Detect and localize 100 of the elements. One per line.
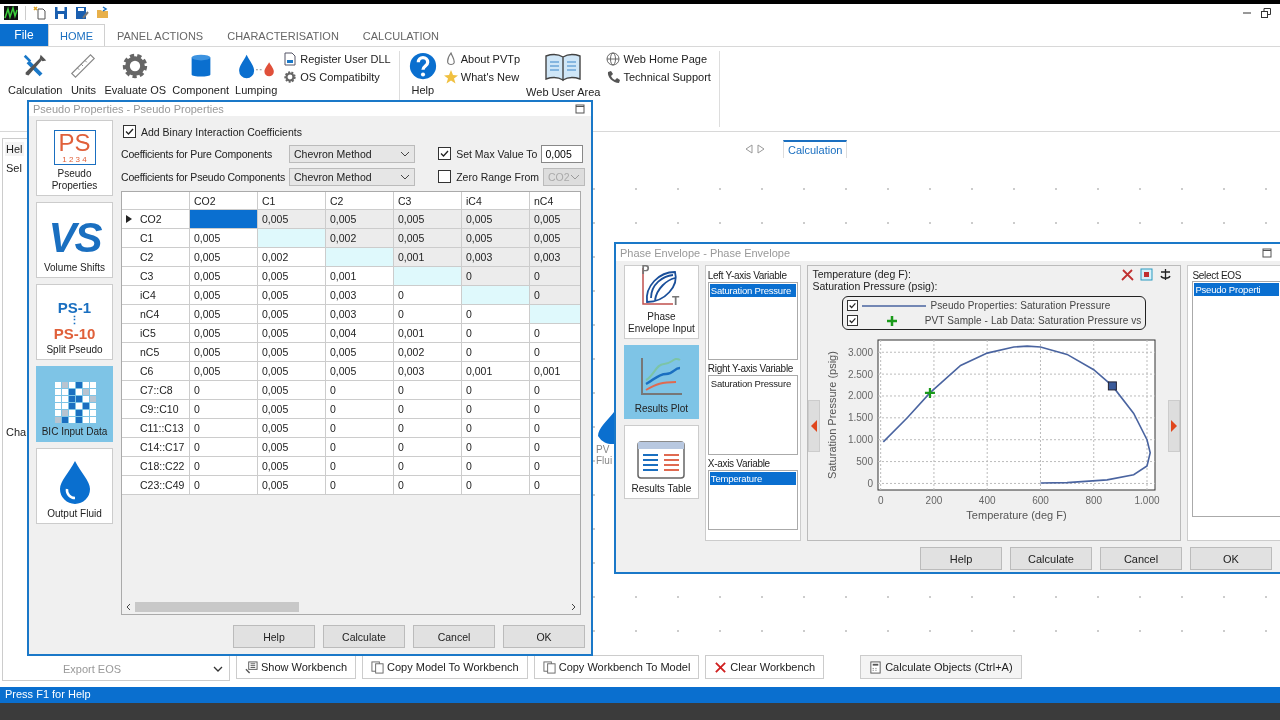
table-cell[interactable]: 0 [462, 400, 530, 419]
checkbox[interactable] [847, 300, 859, 311]
toolbar-button[interactable]: Copy Workbench To Model [533, 655, 700, 679]
ribbon-button[interactable]: Component [170, 51, 232, 96]
nav-tile[interactable]: Output Fluid [36, 448, 113, 524]
table-cell[interactable]: 0 [530, 400, 580, 419]
row-header[interactable]: C14::C17 [122, 438, 190, 457]
table-cell[interactable]: 0,002 [326, 229, 394, 248]
row-header[interactable]: iC5 [122, 324, 190, 343]
dialog-button[interactable]: Calculate [323, 625, 405, 648]
table-cell[interactable]: 0,005 [394, 229, 462, 248]
table-cell[interactable]: 0 [394, 457, 462, 476]
table-cell[interactable]: 0,003 [394, 362, 462, 381]
dialog-button[interactable]: OK [1190, 547, 1272, 570]
table-cell[interactable]: 0 [394, 438, 462, 457]
nav-tile[interactable]: VS Volume Shifts [36, 202, 113, 278]
fit-icon[interactable] [1140, 268, 1154, 281]
nav-tile[interactable]: Results Table [624, 425, 699, 499]
table-cell[interactable]: 0,005 [258, 381, 326, 400]
dialog-button[interactable]: OK [503, 625, 585, 648]
table-cell[interactable]: 0,005 [190, 229, 258, 248]
table-cell[interactable]: 0 [530, 267, 580, 286]
table-cell[interactable]: 0,005 [326, 343, 394, 362]
panel-tab[interactable]: Hel [5, 142, 24, 156]
ribbon-button[interactable]: Lumping [233, 51, 280, 96]
table-cell[interactable]: 0,005 [190, 305, 258, 324]
table-cell[interactable]: 0,005 [258, 457, 326, 476]
ribbon-button[interactable]: What's New [441, 70, 523, 84]
table-cell[interactable]: 0 [530, 476, 580, 495]
ribbon-button[interactable]: Register User DLL [281, 52, 393, 66]
cursor-marker[interactable] [1108, 381, 1118, 391]
list-item[interactable]: Temperature [709, 472, 797, 485]
restore-icon[interactable] [1260, 7, 1272, 19]
row-header[interactable]: iC4 [122, 286, 190, 305]
table-cell[interactable]: 0,005 [258, 210, 326, 229]
ribbon-button[interactable]: Technical Support [604, 70, 713, 84]
table-cell[interactable]: 0,005 [394, 210, 462, 229]
table-cell[interactable]: 0,005 [326, 362, 394, 381]
table-cell[interactable]: 0 [530, 381, 580, 400]
table-cell[interactable]: 0,003 [326, 286, 394, 305]
list-box[interactable]: Saturation Pressure [707, 282, 799, 360]
row-header[interactable]: C7::C8 [122, 381, 190, 400]
table-cell[interactable]: 0,002 [394, 343, 462, 362]
table-cell[interactable]: 0,005 [462, 210, 530, 229]
open-folder-icon[interactable] [96, 6, 110, 20]
table-cell[interactable]: 0,005 [190, 324, 258, 343]
table-cell[interactable]: 0 [394, 476, 462, 495]
table-cell[interactable]: 0,001 [394, 248, 462, 267]
table-cell[interactable]: 0 [394, 419, 462, 438]
file-tab[interactable]: File [0, 24, 48, 46]
list-item[interactable]: Saturation Pressure [709, 377, 797, 390]
table-cell[interactable]: 0,005 [462, 229, 530, 248]
table-cell[interactable]: 0 [462, 324, 530, 343]
save-icon[interactable] [54, 6, 68, 20]
table-cell[interactable]: 0 [394, 381, 462, 400]
table-cell[interactable]: 0,001 [530, 362, 580, 381]
table-cell[interactable]: 0 [190, 476, 258, 495]
table-cell[interactable]: 0,005 [258, 362, 326, 381]
table-cell[interactable]: 0 [462, 457, 530, 476]
table-cell[interactable]: 0,001 [394, 324, 462, 343]
table-cell[interactable]: 0 [190, 419, 258, 438]
table-cell[interactable]: 0 [190, 457, 258, 476]
dialog-button[interactable]: Help [233, 625, 315, 648]
table-cell[interactable]: 0 [462, 476, 530, 495]
ribbon-tab[interactable]: CALCULATION [350, 24, 452, 46]
new-file-icon[interactable] [33, 6, 47, 20]
nav-tile[interactable]: P T Phase Envelope Input [624, 265, 699, 339]
table-cell[interactable]: 0,005 [258, 400, 326, 419]
row-header[interactable]: C23::C49 [122, 476, 190, 495]
row-header[interactable]: C11::C13 [122, 419, 190, 438]
dialog-button[interactable]: Help [920, 547, 1002, 570]
row-header[interactable]: nC5 [122, 343, 190, 362]
list-box[interactable]: Saturation Pressure [707, 375, 799, 455]
table-cell[interactable]: 0,001 [462, 362, 530, 381]
toolbar-button[interactable]: Copy Model To Workbench [362, 655, 528, 679]
toolbar-button[interactable]: Calculate Objects (Ctrl+A) [860, 655, 1022, 679]
table-cell[interactable]: 0 [326, 457, 394, 476]
table-cell[interactable] [258, 229, 326, 248]
table-cell[interactable]: 0,005 [530, 229, 580, 248]
table-cell[interactable]: 0 [530, 457, 580, 476]
row-header[interactable]: CO2 [122, 210, 190, 229]
table-cell[interactable]: 0,005 [258, 286, 326, 305]
maximize-icon[interactable] [1262, 247, 1272, 258]
table-cell[interactable]: 0 [190, 438, 258, 457]
next-button[interactable] [1168, 400, 1181, 452]
checkbox[interactable]: Set Max Value To [438, 147, 538, 160]
ribbon-tab[interactable]: CHARACTERISATION [215, 24, 351, 46]
row-header[interactable]: C18::C22 [122, 457, 190, 476]
ribbon-button[interactable]: Evaluate OS [102, 51, 169, 96]
dropdown[interactable]: Chevron Method [289, 167, 415, 186]
checkbox[interactable] [847, 315, 859, 326]
save-as-icon[interactable] [75, 6, 89, 20]
table-cell[interactable]: 0 [326, 476, 394, 495]
table-cell[interactable] [190, 210, 258, 229]
table-cell[interactable]: 0 [462, 267, 530, 286]
table-cell[interactable]: 0 [394, 305, 462, 324]
table-cell[interactable]: 0,005 [258, 305, 326, 324]
toolbar-button[interactable]: Clear Workbench [705, 655, 825, 679]
ribbon-button[interactable]: Web User Area [524, 51, 603, 98]
checkbox[interactable]: Add Binary Interaction Coefficients [123, 125, 585, 138]
